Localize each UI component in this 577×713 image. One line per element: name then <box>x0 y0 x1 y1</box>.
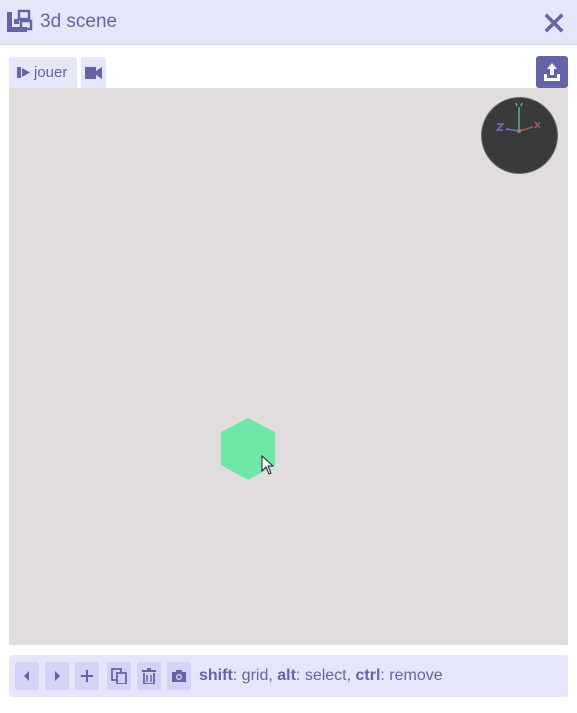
keyboard-hints: shift: grid, alt: select, ctrl: remove <box>199 667 443 685</box>
scene-icon <box>7 9 33 32</box>
camera-snapshot-icon <box>172 670 186 682</box>
mouse-cursor-icon <box>261 455 275 475</box>
bottom-toolbar: shift: grid, alt: select, ctrl: remove <box>9 655 568 697</box>
hint-key-ctrl: ctrl <box>355 667 381 684</box>
hint-key-alt: alt <box>277 667 296 684</box>
tab-play[interactable]: jouer <box>9 57 77 88</box>
delete-button[interactable] <box>137 662 161 690</box>
next-button[interactable] <box>45 662 69 690</box>
plus-icon <box>81 670 93 682</box>
hint-key-shift: shift <box>199 667 233 684</box>
previous-icon <box>24 671 29 681</box>
export-button[interactable] <box>536 56 568 88</box>
window-title: 3d scene <box>40 11 118 32</box>
title-bar: 3d scene <box>0 0 577 45</box>
tab-camera[interactable] <box>81 57 106 88</box>
trash-icon <box>142 668 156 684</box>
export-icon <box>544 63 560 81</box>
next-icon <box>55 671 60 681</box>
close-icon[interactable] <box>543 12 565 34</box>
tab-play-label: jouer <box>34 64 68 81</box>
scene-viewport[interactable] <box>9 88 568 645</box>
hint-action-grid: : grid, <box>232 667 278 684</box>
hint-action-remove: : remove <box>380 667 443 684</box>
hint-action-select: : select, <box>295 667 356 684</box>
axis-gizmo[interactable] <box>481 97 558 174</box>
add-button[interactable] <box>75 662 99 690</box>
snapshot-button[interactable] <box>167 662 191 690</box>
camera-icon <box>85 67 102 79</box>
copy-icon <box>111 668 127 684</box>
duplicate-button[interactable] <box>107 662 131 690</box>
previous-button[interactable] <box>15 662 39 690</box>
play-icon <box>17 67 30 78</box>
